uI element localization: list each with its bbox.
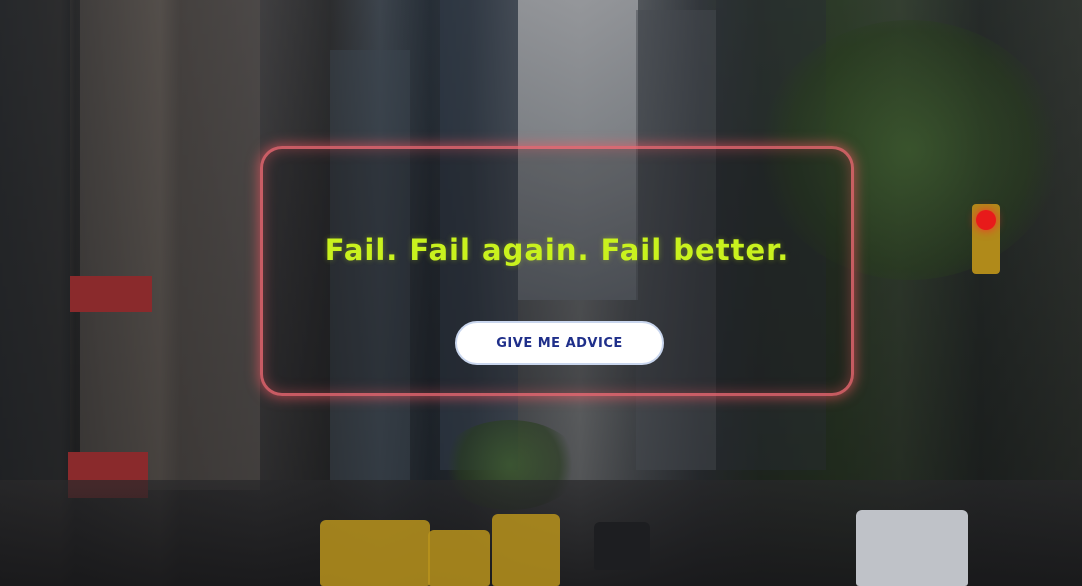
- quote-text: Fail. Fail again. Fail better.: [324, 233, 790, 267]
- traffic-light: [972, 204, 1000, 274]
- dark-car: [594, 522, 650, 570]
- red-light-icon: [976, 210, 996, 230]
- building-left-edge: [0, 0, 70, 480]
- give-advice-button[interactable]: GIVE ME ADVICE: [455, 321, 664, 365]
- building-left: [80, 0, 260, 490]
- red-awning-upper: [70, 276, 152, 312]
- taxi-center-left: [428, 530, 490, 586]
- taxi-center: [492, 514, 560, 586]
- taxi-left: [320, 520, 430, 586]
- quote-card: Fail. Fail again. Fail better. GIVE ME A…: [260, 146, 854, 396]
- white-van: [856, 510, 968, 586]
